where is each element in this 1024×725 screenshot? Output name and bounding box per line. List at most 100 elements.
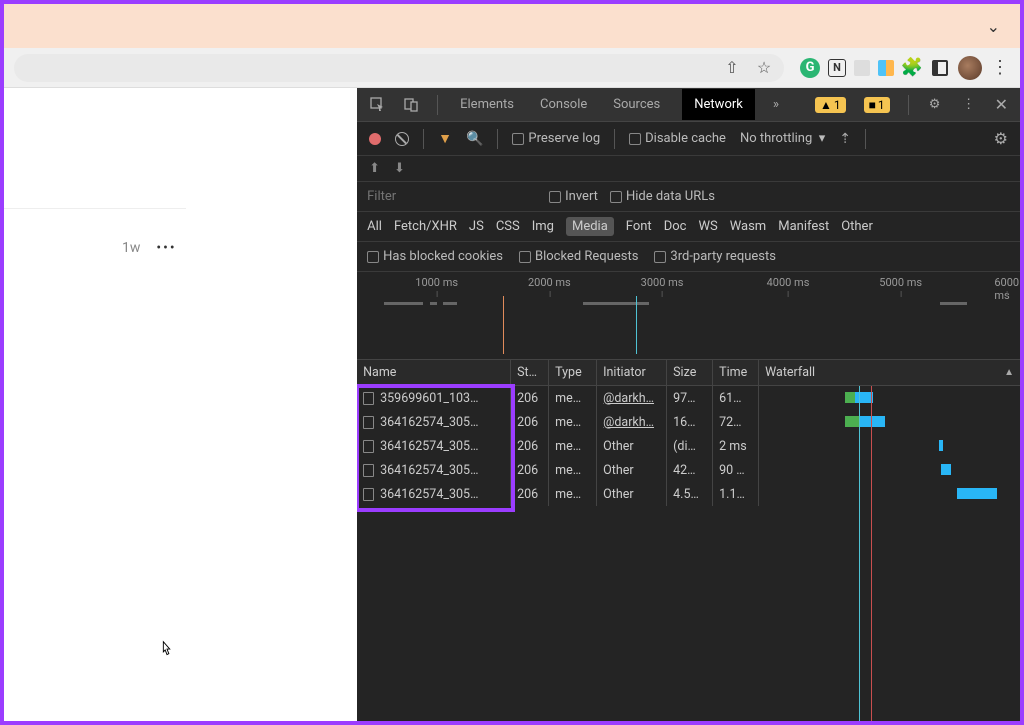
table-row[interactable]: 364162574_305…206me…Other(di…2 ms: [357, 434, 1020, 458]
col-waterfall[interactable]: Waterfall▲: [759, 360, 1020, 385]
filter-bar: Invert Hide data URLs: [357, 182, 1020, 212]
devtools-menu-icon[interactable]: ⋮: [961, 97, 977, 113]
network-settings-icon[interactable]: ⚙: [994, 129, 1008, 148]
filter-type-wasm[interactable]: Wasm: [730, 219, 767, 234]
device-toggle-icon[interactable]: [403, 97, 419, 113]
search-icon[interactable]: 🔍: [466, 131, 483, 147]
extension-generic-1-icon[interactable]: [854, 60, 870, 76]
initiator-cell: Other: [597, 482, 667, 506]
status-cell: 206: [511, 482, 549, 506]
post-timestamp: 1w: [122, 240, 140, 256]
separator: [865, 129, 866, 149]
separator: [437, 95, 438, 115]
time-cell: 61…: [713, 386, 759, 410]
col-type[interactable]: Type: [549, 360, 597, 385]
blocked-requests-checkbox[interactable]: Blocked Requests: [519, 249, 638, 264]
time-cell: 72…: [713, 410, 759, 434]
filter-type-doc[interactable]: Doc: [664, 219, 687, 234]
filter-type-img[interactable]: Img: [532, 219, 554, 234]
hide-data-urls-checkbox[interactable]: Hide data URLs: [610, 189, 715, 204]
waterfall-cell: [759, 386, 1020, 410]
extension-notion-icon[interactable]: N: [828, 59, 846, 77]
blocked-cookies-checkbox[interactable]: Has blocked cookies: [367, 249, 503, 264]
table-row[interactable]: 364162574_305…206me…Other42…90 …: [357, 458, 1020, 482]
name-cell[interactable]: 364162574_305…: [357, 434, 511, 458]
filter-type-manifest[interactable]: Manifest: [778, 219, 829, 234]
timeline-tick: 1000 ms: [415, 276, 458, 289]
col-status[interactable]: St…: [511, 360, 549, 385]
third-party-checkbox[interactable]: 3rd-party requests: [654, 249, 776, 264]
star-icon[interactable]: ☆: [754, 58, 774, 78]
preserve-log-checkbox[interactable]: Preserve log: [512, 131, 600, 146]
extensions-puzzle-icon[interactable]: 🧩: [902, 58, 922, 78]
filter-type-media[interactable]: Media: [566, 217, 614, 236]
invert-checkbox[interactable]: Invert: [549, 189, 598, 204]
initiator-link[interactable]: @darkh…: [603, 415, 654, 430]
warnings-badge[interactable]: ▲1: [815, 97, 846, 113]
col-time[interactable]: Time: [713, 360, 759, 385]
issues-badge[interactable]: ■1: [864, 97, 890, 113]
post-more-button[interactable]: •••: [156, 240, 176, 256]
type-cell: me…: [549, 434, 597, 458]
profile-avatar[interactable]: [958, 56, 982, 80]
side-panel-icon[interactable]: [930, 58, 950, 78]
filter-type-font[interactable]: Font: [626, 219, 652, 234]
col-initiator[interactable]: Initiator: [597, 360, 667, 385]
url-bar[interactable]: ⇧ ☆: [14, 54, 784, 82]
name-cell[interactable]: 364162574_305…: [357, 458, 511, 482]
post-meta-row: 1w •••: [122, 240, 177, 256]
share-icon[interactable]: ⇧: [722, 58, 742, 78]
tab-console[interactable]: Console: [536, 89, 591, 120]
type-cell: me…: [549, 386, 597, 410]
extension-grammarly-icon[interactable]: G: [800, 58, 820, 78]
filter-type-all[interactable]: All: [367, 219, 382, 234]
filter-type-fetch[interactable]: Fetch/XHR: [394, 219, 457, 234]
initiator-link[interactable]: @darkh…: [603, 391, 654, 406]
name-cell[interactable]: 364162574_305…: [357, 410, 511, 434]
browser-menu-icon[interactable]: ⋮: [990, 58, 1010, 78]
filter-type-other[interactable]: Other: [841, 219, 873, 234]
tab-sources[interactable]: Sources: [609, 89, 664, 120]
record-button[interactable]: [369, 133, 381, 145]
clear-button[interactable]: [395, 132, 409, 146]
col-size[interactable]: Size: [667, 360, 713, 385]
app-frame: ⌄ ⇧ ☆ G N 🧩 ⋮ 1w •••: [0, 0, 1024, 725]
filter-input[interactable]: [367, 189, 537, 204]
tab-network[interactable]: Network: [682, 89, 755, 120]
name-cell[interactable]: 359699601_103…: [357, 386, 511, 410]
notification-chevron-icon[interactable]: ⌄: [987, 17, 1000, 36]
inspect-element-icon[interactable]: [369, 97, 385, 113]
upload-har-icon[interactable]: ⬆: [369, 161, 380, 176]
waterfall-cell: [759, 410, 1020, 434]
divider: [4, 208, 186, 209]
type-cell: me…: [549, 482, 597, 506]
initiator-cell: @darkh…: [597, 410, 667, 434]
initiator-cell: Other: [597, 434, 667, 458]
table-row[interactable]: 364162574_305…206me…@darkh…16…72…: [357, 410, 1020, 434]
settings-gear-icon[interactable]: ⚙: [927, 97, 943, 113]
extension-generic-2-icon[interactable]: [878, 60, 894, 76]
tab-elements[interactable]: Elements: [456, 89, 518, 120]
disable-cache-checkbox[interactable]: Disable cache: [629, 131, 726, 146]
name-cell[interactable]: 364162574_305…: [357, 482, 511, 506]
filter-type-css[interactable]: CSS: [496, 219, 520, 234]
timeline-overview[interactable]: 1000 ms 2000 ms 3000 ms 4000 ms 5000 ms …: [357, 272, 1020, 360]
table-row[interactable]: 364162574_305…206me…Other4.5…1.1…: [357, 482, 1020, 506]
filter-options-bar: Has blocked cookies Blocked Requests 3rd…: [357, 242, 1020, 272]
filter-toggle-icon[interactable]: ▼: [438, 130, 452, 147]
file-icon: [363, 392, 374, 405]
table-row[interactable]: 359699601_103…206me…@darkh…97…61…: [357, 386, 1020, 410]
network-table: Name St… Type Initiator Size Time Waterf…: [357, 360, 1020, 721]
time-cell: 1.1…: [713, 482, 759, 506]
type-cell: me…: [549, 458, 597, 482]
timeline-tick: 4000 ms: [767, 276, 810, 289]
more-tabs-icon[interactable]: »: [773, 97, 779, 112]
col-name[interactable]: Name: [357, 360, 511, 385]
network-conditions-icon[interactable]: ⇡: [839, 131, 851, 147]
filter-type-ws[interactable]: WS: [698, 219, 717, 234]
download-har-icon[interactable]: ⬇: [394, 161, 405, 176]
close-devtools-icon[interactable]: ✕: [995, 95, 1008, 114]
throttling-select[interactable]: No throttling ▾: [740, 131, 825, 146]
browser-toolbar: ⇧ ☆ G N 🧩 ⋮: [4, 48, 1020, 88]
filter-type-js[interactable]: JS: [469, 219, 484, 234]
